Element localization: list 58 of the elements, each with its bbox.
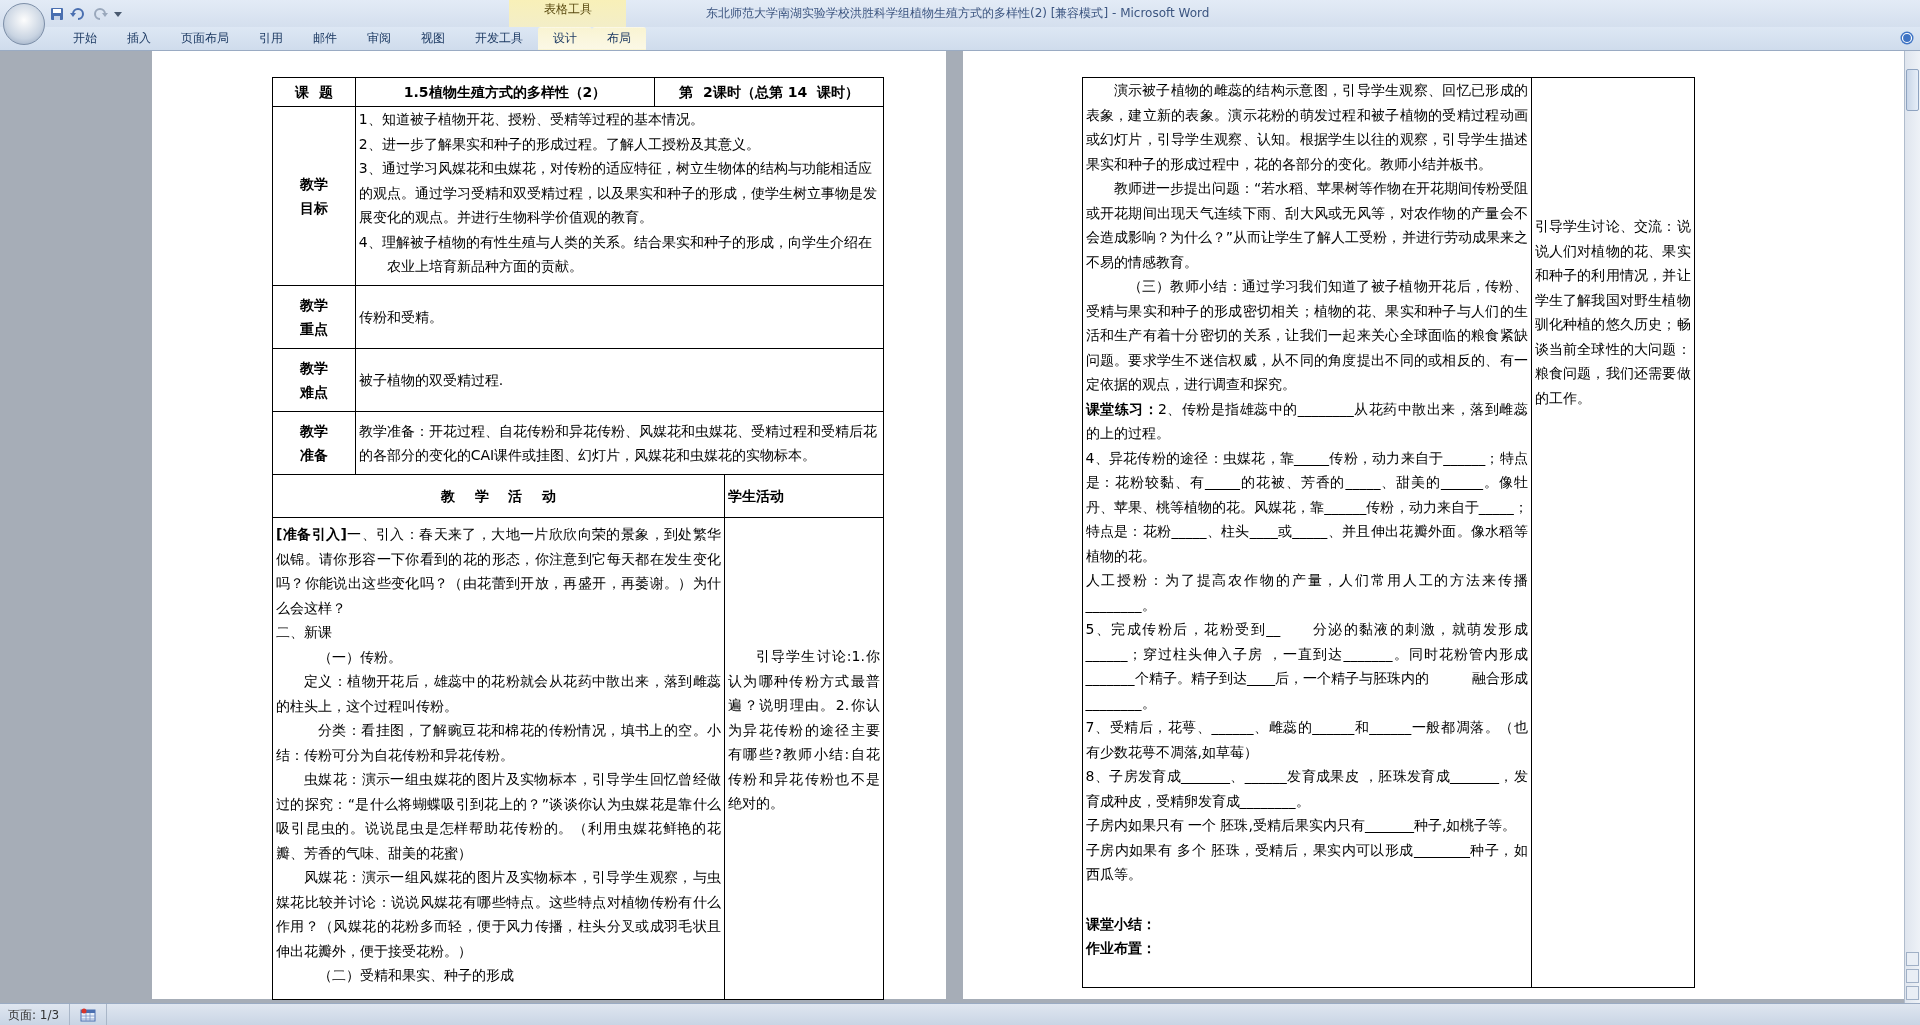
table-cell: 教学目标 bbox=[272, 106, 356, 286]
paragraph: 传粉和受精。 bbox=[358, 307, 444, 327]
paragraph: （一）传粉。 bbox=[317, 647, 403, 667]
paragraph: 7、受精后，花萼、______、雌蕊的______和______一般都凋落。（也有少数花萼不凋落,如草莓） bbox=[1085, 718, 1528, 762]
paragraph: 4、理解被子植物的有性生殖与人类的关系。结合果实和种子的形成，向学生介绍在农业上培育新品种方面的贡献。 bbox=[358, 232, 873, 276]
ribbon-tab[interactable]: 开发工具 bbox=[460, 27, 538, 50]
paragraph: 3、通过学习风媒花和虫媒花，对传粉的适应特征，树立生物体的结构与功能相适应的观点。通过学习受精和双受精过程，以及果实和种子的形成，使学生树立事物是发展变化的观点。并进行生物科学价值观的教育。 bbox=[358, 159, 878, 227]
paragraph: 二、新课 bbox=[276, 623, 333, 642]
contextual-tab-label: 表格工具 bbox=[509, 0, 626, 27]
ribbon-tab[interactable]: 插入 bbox=[112, 27, 166, 50]
paragraph: 引导学生讨论:1.你认为哪种传粉方式最普遍？说明理由。2.你认为异花传粉的途径主要有哪些?教师小结:自花传粉和异花传粉也不是绝对的。 bbox=[728, 647, 880, 813]
table-cell: 第 2课时（总第 14 课时） bbox=[654, 77, 884, 107]
office-button[interactable] bbox=[3, 3, 45, 45]
table-cell: 教学难点 bbox=[272, 348, 356, 412]
ribbon-tab[interactable]: 审阅 bbox=[352, 27, 406, 50]
window-title: 东北师范大学南湖实验学校洪胜科学组植物生殖方式的多样性(2) [兼容模式] - Microsoft Word bbox=[706, 5, 1210, 22]
ribbon-tab[interactable]: 设计 bbox=[538, 27, 592, 50]
paragraph: （二）受精和果实、种子的形成 bbox=[317, 966, 515, 985]
ribbon-tab[interactable]: 邮件 bbox=[298, 27, 352, 50]
ribbon-tab[interactable]: 布局 bbox=[592, 27, 646, 50]
save-icon[interactable] bbox=[50, 6, 64, 21]
ribbon-tab[interactable]: 页面布局 bbox=[166, 27, 244, 50]
paragraph: 人工授粉：为了提高农作物的产量，人们常用人工的方法来传播________。 bbox=[1085, 571, 1528, 615]
grid-icon[interactable] bbox=[80, 1008, 97, 1022]
ribbon-tab[interactable]: 引用 bbox=[244, 27, 298, 50]
paragraph: 子房内如果有 多个 胚珠，受精后，果实内可以形成________种子，如西瓜等。 bbox=[1085, 840, 1528, 884]
paragraph: 被子植物的双受精过程. bbox=[358, 370, 505, 390]
paragraph: 5、完成传粉后，花粉受到__ 分泌的黏液的刺激，就萌发形成______；穿过柱头伸入子房 ，一直到达_______。同时花粉管内形成_______个精子。精子到达____后，一个精子与胚珠内的 融合形成________。 bbox=[1085, 620, 1528, 713]
table-cell: 教 学 活 动 bbox=[272, 474, 725, 518]
table-cell: 教学重点 bbox=[272, 285, 356, 349]
undo-icon[interactable] bbox=[70, 6, 86, 21]
paragraph: 8、子房发育成_______、______发育成果皮 ，胚珠发育成_______，发育成种皮，受精卵发育成________。 bbox=[1085, 767, 1528, 811]
table-cell: 教学准备 bbox=[272, 411, 356, 475]
paragraph: 引导学生讨论、交流：说说人们对植物的花、果实和种子的利用情况，并让学生了解我国对野生植物驯化种植的悠久历史；畅谈当前全球性的大问题：粮食问题，我们还需要做的工作。 bbox=[1534, 217, 1691, 408]
paragraph: （三）教师小结：通过学习我们知道了被子植物开花后，传粉、受精与果实和种子的形成密切相关；植物的花、果实和种子与人们的生活和生产有着十分密切的关系，让我们一起来关心全球面临的粮食紧缺问题。要求学生不迷信权威，从不同的角度提出不同的或相反的、有一定依据的观点，进行调查和探究。 bbox=[1085, 277, 1528, 394]
paragraph: 分类：看挂图，了解豌豆花和棉花的传粉情况，填书上的空。小结：传粉可分为自花传粉和异花传粉。 bbox=[276, 721, 722, 765]
paragraph: 子房内如果只有 一个 胚珠,受精后果实内只有_______种子,如桃子等。 bbox=[1085, 816, 1518, 835]
paragraph: 课堂小结： bbox=[1085, 914, 1157, 934]
page-indicator[interactable]: 页面: 1/3 bbox=[0, 1004, 71, 1025]
paragraph: 演示被子植物的雌蕊的结构示意图，引导学生观察、回忆已形成的表象，建立新的表象。演示花粉的萌发过程和被子植物的受精过程动画或幻灯片，引导学生观察、认知。根据学生以往的观察，引导学生描述果实和种子的形成过程中，花的各部分的变化。教师小结并板书。 bbox=[1085, 81, 1528, 174]
ribbon-tab[interactable]: 开始 bbox=[58, 27, 112, 50]
paragraph: 风媒花：演示一组风媒花的图片及实物标本，引导学生观察，与虫媒花比较并讨论：说说风媒花有哪些特点。这些特点对植物传粉有什么作用？（风媒花的花粉多而轻，便于风力传播，柱头分叉或成羽毛状且伸出花瓣外，便于接受花粉。） bbox=[276, 868, 722, 961]
table-cell: 1.5植物生殖方式的多样性（2） bbox=[355, 77, 655, 107]
paragraph: 定义：植物开花后，雄蕊中的花粉就会从花药中散出来，落到雌蕊的柱头上，这个过程叫传粉。 bbox=[276, 672, 722, 716]
table-cell: 学生活动 bbox=[724, 474, 884, 518]
paragraph: 教学准备：开花过程、自花传粉和异花传粉、风媒花和虫媒花、受精过程和受精后花的各部分的变化的CAI课件或挂图、幻灯片，风媒花和虫媒花的实物标本。 bbox=[358, 421, 878, 465]
table-cell: 课 题 bbox=[272, 77, 356, 107]
paragraph: 1、知道被子植物开花、授粉、受精等过程的基本情况。 bbox=[358, 110, 705, 129]
paragraph: 虫媒花：演示一组虫媒花的图片及实物标本，引导学生回忆曾经做过的探究：“是什么将蝴蝶吸引到花上的？”谈谈你认为虫媒花是靠什么吸引昆虫的。说说昆虫是怎样帮助花传粉的。（利用虫媒花鲜艳的花瓣、芳香的气味、甜美的花蜜） bbox=[276, 770, 722, 863]
help-icon[interactable] bbox=[1900, 31, 1914, 45]
paragraph: 教师进一步提出问题：“若水稻、苹果树等作物在开花期间传粉受阻或开花期间出现天气连续下雨、刮大风或无风等，对农作物的产量会不会造成影响？为什么？”从而让学生了解人工受粉，并进行劳动成果来之不易的情感教育。 bbox=[1085, 179, 1528, 272]
paragraph: 作业布置： bbox=[1085, 939, 1157, 958]
paragraph: 课堂练习：2、传粉是指雄蕊中的________从花药中散出来，落到雌蕊的上的过程。 bbox=[1085, 399, 1528, 443]
ribbon-tab[interactable]: 视图 bbox=[406, 27, 460, 50]
paragraph: [准备引入]一、引入：春天来了，大地一片欣欣向荣的景象，到处繁华似锦。请你形容一下你看到的花的形态，你注意到它每天都在发生变化吗？你能说出这些变化吗？（由花蕾到开放，再盛开，再萎谢。）为什么会这样？ bbox=[276, 525, 722, 618]
paragraph: 4、异花传粉的途径：虫媒花，靠_____传粉，动力来自于______；特点是：花粉较黏、有_____的花被、芳香的_____、甜美的______。像牡丹、苹果、桃等植物的花。风媒花，靠______传粉，动力来自于_____；特点是：花粉_____、柱头____或_____、并且伸出花瓣外面。像水稻等植物的花。 bbox=[1085, 448, 1528, 566]
dropdown-icon[interactable] bbox=[114, 9, 122, 18]
paragraph: 2、进一步了解果实和种子的形成过程。了解人工授粉及其意义。 bbox=[358, 134, 761, 154]
